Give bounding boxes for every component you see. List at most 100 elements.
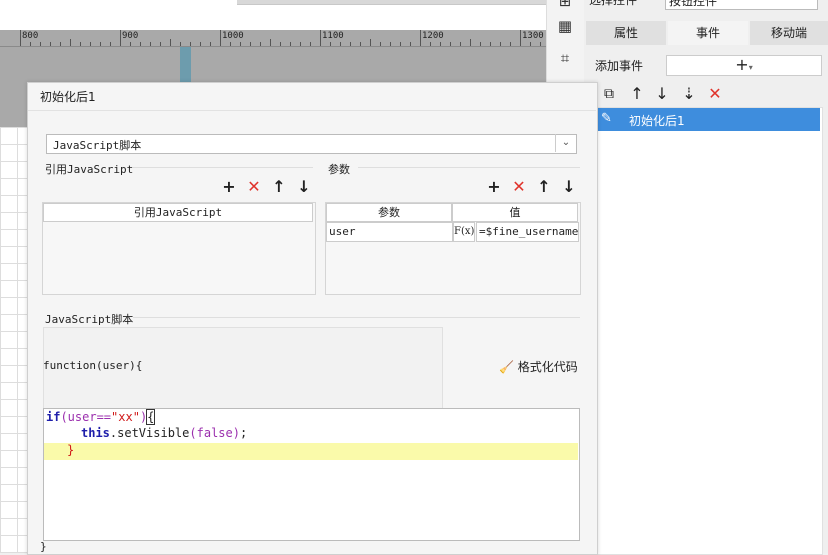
event-toolbar: ⧉ ↑ ↓ ⇣ ✕ <box>597 84 821 104</box>
code-line: this.setVisible(false); <box>81 426 247 440</box>
param-name-header[interactable]: 参数 <box>326 203 452 222</box>
ruler-tick <box>20 30 21 46</box>
ruler-tick <box>110 42 111 46</box>
ruler-tick <box>70 39 71 46</box>
formula-button[interactable]: F(x) <box>453 222 475 242</box>
arrow-up-icon[interactable]: ↑ <box>627 84 647 104</box>
crop-tool-icon[interactable]: ⌗ <box>556 49 574 67</box>
ruler-tick <box>130 42 131 46</box>
ruler-tick <box>430 42 431 46</box>
code-token: { <box>146 409 156 425</box>
ruler-tick <box>80 42 81 46</box>
ruler-tick <box>350 42 351 46</box>
edit-icon[interactable]: ✎ <box>601 111 612 126</box>
divider <box>358 167 580 168</box>
top-scrollbar[interactable] <box>237 0 546 5</box>
ruler-tick <box>370 39 371 46</box>
ruler-tick <box>140 42 141 46</box>
ruler-tick <box>320 30 321 46</box>
ruler-tick <box>150 42 151 46</box>
ruler-tick <box>60 42 61 46</box>
divider <box>133 167 313 168</box>
broom-icon: 🧹 <box>499 360 514 374</box>
ref-js-column-header[interactable]: 引用JavaScript <box>43 203 313 222</box>
divider <box>28 110 596 111</box>
ruler-tick <box>540 42 541 46</box>
ruler-tick <box>240 42 241 46</box>
add-event-button-label: + <box>735 55 749 74</box>
ruler-tick <box>50 42 51 46</box>
arrow-up-icon[interactable]: ↑ <box>271 179 287 195</box>
code-token: (false) <box>189 426 240 440</box>
script-label: JavaScript脚本 <box>45 313 134 326</box>
function-header: function(user){ <box>43 359 143 372</box>
widget-select[interactable]: 按钮控件 <box>665 0 818 10</box>
code-line: } <box>67 443 75 457</box>
ruler-tick <box>200 42 201 46</box>
ruler-tick <box>250 42 251 46</box>
ruler-tick <box>390 42 391 46</box>
current-line-highlight <box>44 443 578 460</box>
copy-icon[interactable]: ⧉ <box>599 84 619 104</box>
code-token: (user== <box>60 410 112 424</box>
ruler-tick <box>460 42 461 46</box>
ruler-tick <box>480 42 481 46</box>
layout-tool-icon[interactable]: ▦ <box>556 17 574 35</box>
grid-tool-icon[interactable]: ⊞ <box>556 0 574 10</box>
ruler-tick <box>40 42 41 46</box>
param-value-header[interactable]: 值 <box>452 203 578 222</box>
ruler-tick <box>100 42 101 46</box>
event-list <box>596 107 823 555</box>
ruler-tick <box>340 42 341 46</box>
ruler-label: 900 <box>122 31 139 41</box>
code-token: this <box>81 426 110 440</box>
delete-icon[interactable]: ✕ <box>511 179 527 195</box>
ruler-tick <box>500 42 501 46</box>
chevron-down-icon[interactable]: ⌄ <box>555 134 576 152</box>
ruler-tick <box>470 39 471 46</box>
arrow-down-icon[interactable]: ↓ <box>561 179 577 195</box>
arrow-up-icon[interactable]: ↑ <box>536 179 552 195</box>
tab-properties[interactable]: 属性 <box>586 21 666 45</box>
function-footer: } <box>40 540 47 553</box>
ruler-tick <box>360 42 361 46</box>
ruler-tick <box>440 42 441 46</box>
delete-icon[interactable]: ✕ <box>246 179 262 195</box>
tab-mobile[interactable]: 移动端 <box>750 21 828 45</box>
ruler-tick <box>120 30 121 46</box>
code-token: ; <box>239 426 248 440</box>
ruler-tick <box>190 42 191 46</box>
param-name-cell[interactable]: user <box>326 222 453 242</box>
ref-js-label: 引用JavaScript <box>45 163 134 176</box>
ruler-tick <box>330 42 331 46</box>
selected-widget[interactable] <box>180 47 191 87</box>
ruler-label: 1300 <box>522 31 544 41</box>
code-token: if <box>46 410 61 424</box>
event-type-select-value: JavaScript脚本 <box>53 139 142 152</box>
delete-icon[interactable]: ✕ <box>705 84 725 104</box>
ruler-tick <box>520 30 521 46</box>
chevron-down-icon: ▾ <box>748 63 753 72</box>
param-value-cell[interactable]: =$fine_username <box>476 222 579 242</box>
add-icon[interactable]: + <box>221 179 237 195</box>
ruler-tick <box>90 42 91 46</box>
ruler-tick <box>310 42 311 46</box>
event-list-item[interactable]: ✎ 初始化后1 <box>597 108 820 131</box>
add-icon[interactable]: + <box>486 179 502 195</box>
ruler-tick <box>270 39 271 46</box>
horizontal-ruler: 800 900 1000 1100 1200 1300 <box>0 30 546 47</box>
ruler-tick <box>210 42 211 46</box>
ruler-tick <box>220 30 221 46</box>
arrow-down-icon[interactable]: ↓ <box>296 179 312 195</box>
ruler-tick <box>420 30 421 46</box>
dialog-title: 初始化后1 <box>40 90 96 104</box>
sort-icon[interactable]: ⇣ <box>679 84 699 104</box>
ruler-tick <box>410 42 411 46</box>
ruler-tick <box>230 42 231 46</box>
divider <box>133 317 580 318</box>
tab-events[interactable]: 事件 <box>668 21 748 45</box>
ruler-tick <box>260 42 261 46</box>
arrow-down-icon[interactable]: ↓ <box>652 84 672 104</box>
add-event-button[interactable]: +▾ <box>666 55 822 76</box>
format-code-button[interactable]: 🧹 格式化代码 <box>499 358 578 375</box>
